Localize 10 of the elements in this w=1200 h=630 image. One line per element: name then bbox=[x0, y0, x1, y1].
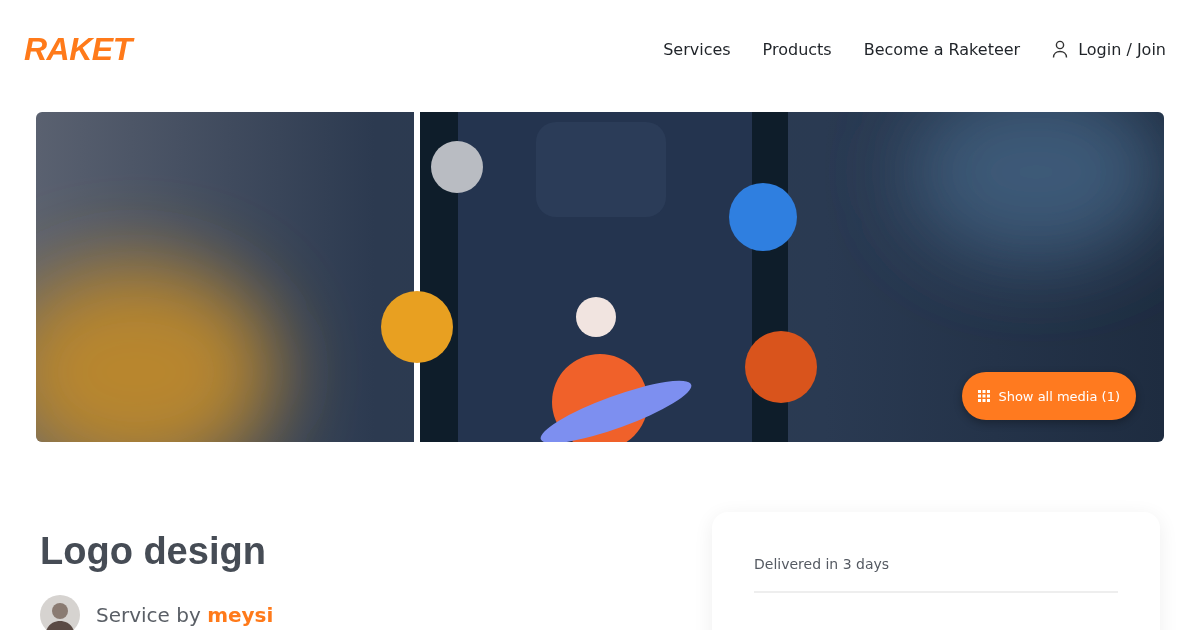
user-icon bbox=[1052, 40, 1069, 58]
avatar bbox=[40, 595, 80, 630]
grid-icon bbox=[978, 390, 991, 402]
service-by-text: Service by meysi bbox=[96, 603, 274, 627]
service-title: Logo design bbox=[40, 530, 267, 573]
nav-link[interactable]: Become a Raketeer bbox=[863, 39, 1021, 59]
login-link[interactable]: Login / Join bbox=[1052, 39, 1166, 59]
delivery-time: Delivered in 3 days bbox=[754, 556, 890, 572]
nav-link[interactable]: Products bbox=[762, 39, 832, 59]
nav-link[interactable]: Services bbox=[663, 39, 731, 59]
